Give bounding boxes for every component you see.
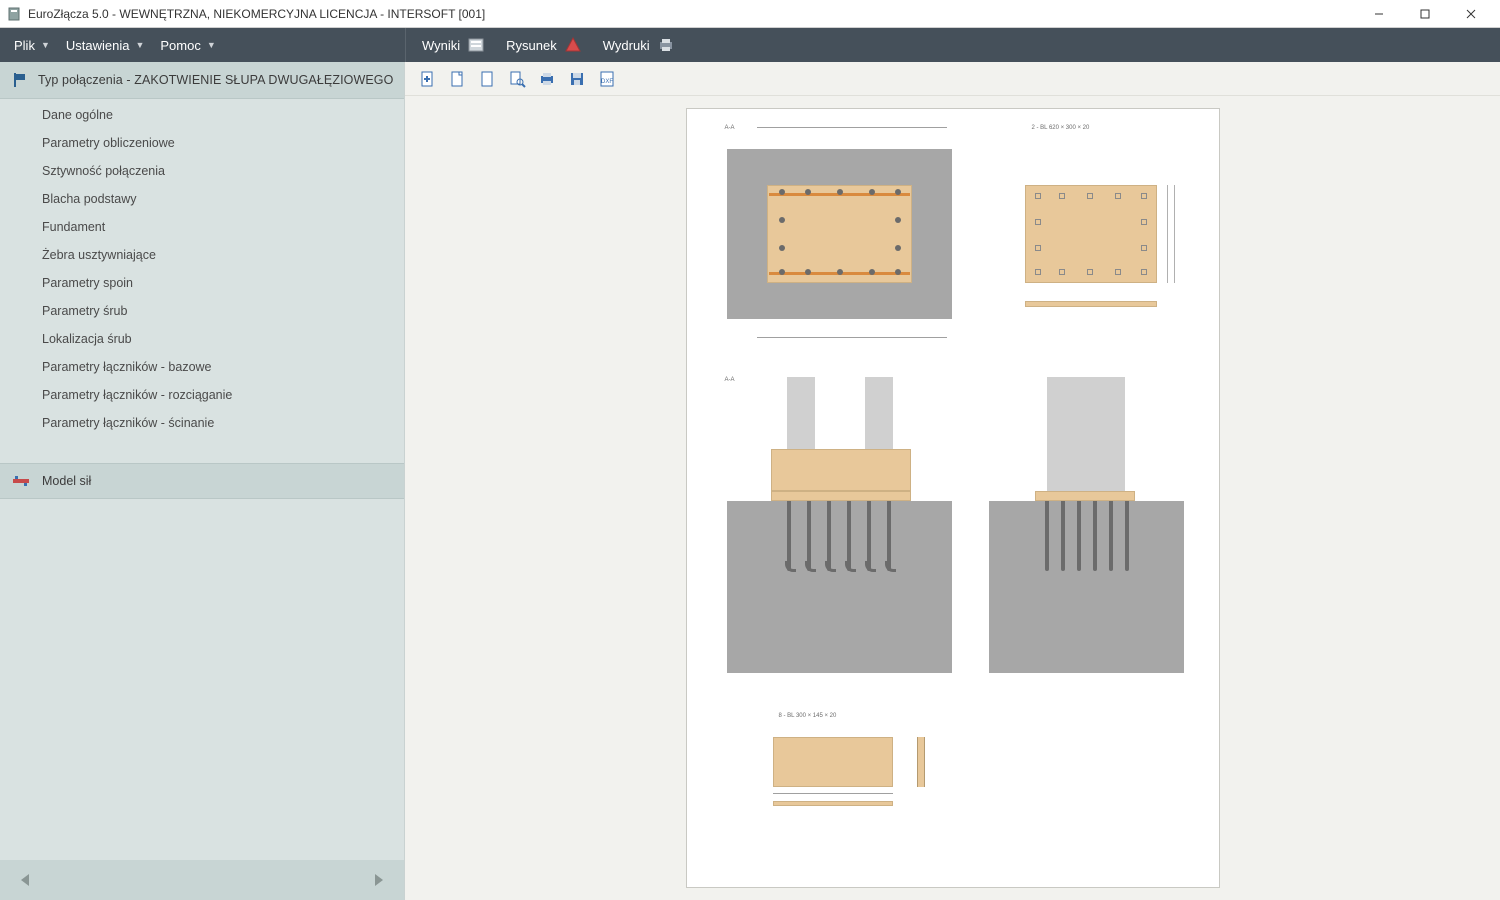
sidebar-item-label: Sztywność połączenia (42, 164, 165, 178)
drawing-viewport[interactable]: A-A 2 - BL 620 × 300 × 20 (405, 96, 1500, 900)
export-dxf-icon[interactable]: DXF (597, 69, 617, 89)
sidebar-item-label: Parametry łączników - ścinanie (42, 416, 214, 430)
dimension-line (773, 793, 893, 794)
sidebar-item-general-data[interactable]: Dane ogólne (0, 101, 404, 129)
base-plate-elev-left (771, 449, 911, 491)
menu-printouts[interactable]: Wydruki (597, 31, 682, 59)
menu-settings[interactable]: Ustawienia ▼ (60, 34, 151, 57)
elevation-section-label: A-A (725, 377, 735, 383)
sidebar-list: Dane ogólne Parametry obliczeniowe Sztyw… (0, 99, 404, 463)
sidebar-item-stiffeners[interactable]: Żebra usztywniające (0, 241, 404, 269)
sidebar-item-label: Parametry spoin (42, 276, 133, 290)
printer-icon (656, 35, 676, 55)
sidebar-item-base-plate[interactable]: Blacha podstawy (0, 185, 404, 213)
print-icon[interactable] (537, 69, 557, 89)
menubar-right: Wyniki Rysunek Wydruki (406, 28, 1500, 62)
menu-drawing[interactable]: Rysunek (500, 31, 589, 59)
plate-side-strip (1167, 185, 1175, 283)
menu-settings-label: Ustawienia (66, 38, 130, 53)
menu-file-label: Plik (14, 38, 35, 53)
chevron-down-icon: ▼ (135, 40, 144, 50)
foundation-elev-right (989, 501, 1184, 673)
small-plate-side (917, 737, 925, 787)
sidebar-item-label: Parametry śrub (42, 304, 127, 318)
base-plate-bottom-left (771, 491, 911, 501)
plan-section-label: A-A (725, 125, 735, 131)
window-maximize-button[interactable] (1402, 0, 1448, 28)
main-area: Typ połączenia - ZAKOTWIENIE SŁUPA DWUGA… (0, 62, 1500, 900)
sidebar-item-calc-params[interactable]: Parametry obliczeniowe (0, 129, 404, 157)
dimension-line (757, 127, 947, 128)
chevron-down-icon: ▼ (41, 40, 50, 50)
sidebar-item-label: Parametry łączników - rozciąganie (42, 388, 232, 402)
sidebar-item-label: Dane ogólne (42, 108, 113, 122)
sidebar-item-stiffness[interactable]: Sztywność połączenia (0, 157, 404, 185)
sidebar: Typ połączenia - ZAKOTWIENIE SŁUPA DWUGA… (0, 62, 405, 900)
menu-help[interactable]: Pomoc ▼ (154, 34, 221, 57)
menu-results[interactable]: Wyniki (416, 31, 492, 59)
sidebar-item-label: Parametry łączników - bazowe (42, 360, 212, 374)
menu-printouts-label: Wydruki (603, 38, 650, 53)
column-branch-left-1 (787, 377, 815, 449)
small-plate-edge (773, 801, 893, 806)
app-icon (6, 6, 22, 22)
sidebar-header-name: ZAKOTWIENIE SŁUPA DWUGAŁĘZIOWEGO (134, 73, 393, 87)
page-search-icon[interactable] (507, 69, 527, 89)
menu-file[interactable]: Plik ▼ (8, 34, 56, 57)
window-title: EuroZłącza 5.0 - WEWNĘTRZNA, NIEKOMERCYJ… (28, 7, 1356, 21)
sidebar-nav (0, 860, 404, 900)
sidebar-next-button[interactable] (366, 868, 390, 892)
top-right-caption: 2 - BL 620 × 300 × 20 (1032, 125, 1090, 131)
bottom-caption: 8 - BL 300 × 145 × 20 (779, 713, 837, 719)
page-icon[interactable] (447, 69, 467, 89)
sidebar-item-label: Blacha podstawy (42, 192, 137, 206)
sidebar-item-bolt-location[interactable]: Lokalizacja śrub (0, 325, 404, 353)
sidebar-item-label: Fundament (42, 220, 105, 234)
sidebar-header-prefix: Typ połączenia - (38, 73, 134, 87)
chevron-down-icon: ▼ (207, 40, 216, 50)
base-plate-bottom-right (1035, 491, 1135, 501)
menubar: Plik ▼ Ustawienia ▼ Pomoc ▼ Wyniki Rysun… (0, 28, 1500, 62)
sidebar-prev-button[interactable] (14, 868, 38, 892)
save-icon[interactable] (567, 69, 587, 89)
small-plate (773, 737, 893, 787)
column-web-elev-right (1047, 377, 1125, 491)
window-close-button[interactable] (1448, 0, 1494, 28)
sidebar-item-label: Żebra usztywniające (42, 248, 156, 262)
sidebar-item-force-model[interactable]: Model sił (0, 463, 404, 499)
menubar-left: Plik ▼ Ustawienia ▼ Pomoc ▼ (0, 28, 405, 62)
force-model-icon (12, 474, 30, 488)
sidebar-item-label: Lokalizacja śrub (42, 332, 132, 346)
sidebar-header[interactable]: Typ połączenia - ZAKOTWIENIE SŁUPA DWUGA… (0, 62, 404, 99)
sidebar-item-weld-params[interactable]: Parametry spoin (0, 269, 404, 297)
window-titlebar: EuroZłącza 5.0 - WEWNĘTRZNA, NIEKOMERCYJ… (0, 0, 1500, 28)
sidebar-item-connector-base[interactable]: Parametry łączników - bazowe (0, 353, 404, 381)
sidebar-item-connector-tension[interactable]: Parametry łączników - rozciąganie (0, 381, 404, 409)
sidebar-item-foundation[interactable]: Fundament (0, 213, 404, 241)
menu-results-label: Wyniki (422, 38, 460, 53)
new-page-plus-icon[interactable] (417, 69, 437, 89)
sidebar-item-bolt-params[interactable]: Parametry śrub (0, 297, 404, 325)
drawing-icon (563, 35, 583, 55)
page-blank-icon[interactable] (477, 69, 497, 89)
plate-edge-strip (1025, 301, 1157, 307)
document-toolbar: DXF (405, 62, 1500, 96)
menu-help-label: Pomoc (160, 38, 200, 53)
sidebar-item-label: Parametry obliczeniowe (42, 136, 175, 150)
menu-drawing-label: Rysunek (506, 38, 557, 53)
drawing-canvas-area: DXF A-A 2 - BL (405, 62, 1500, 900)
foundation-elev-left (727, 501, 952, 673)
window-minimize-button[interactable] (1356, 0, 1402, 28)
sidebar-force-model-label: Model sił (42, 474, 91, 488)
connection-flag-icon (12, 72, 28, 88)
results-icon (466, 35, 486, 55)
drawing-page: A-A 2 - BL 620 × 300 × 20 (686, 108, 1220, 888)
dimension-line (757, 337, 947, 338)
column-branch-left-2 (865, 377, 893, 449)
svg-text:DXF: DXF (601, 79, 613, 85)
sidebar-header-text: Typ połączenia - ZAKOTWIENIE SŁUPA DWUGA… (38, 73, 393, 87)
sidebar-item-connector-shear[interactable]: Parametry łączników - ścinanie (0, 409, 404, 437)
